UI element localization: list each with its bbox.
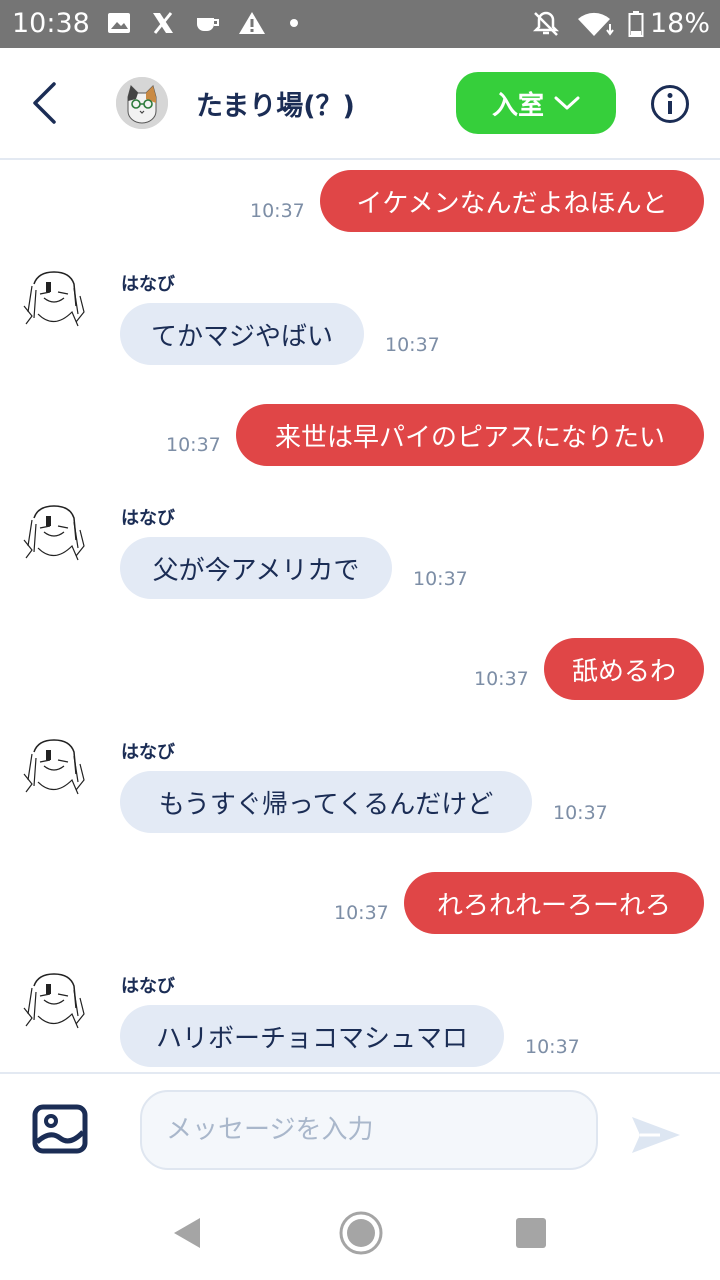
warning-notification-icon xyxy=(239,12,265,34)
message-composer xyxy=(0,1072,720,1190)
user-avatar-hanabi[interactable] xyxy=(18,734,90,806)
status-time: 10:38 xyxy=(12,8,90,39)
gallery-notification-icon xyxy=(108,13,130,33)
system-nav-bar xyxy=(0,1188,720,1280)
info-icon[interactable] xyxy=(650,84,690,124)
message-list[interactable]: 10:37 イケメンなんだよねほんと はなび てかマジやばい 10:37 10:… xyxy=(0,160,720,1072)
message-input[interactable] xyxy=(140,1090,598,1170)
room-title[interactable]: たまり場(？) xyxy=(196,84,355,123)
user-avatar-hanabi[interactable] xyxy=(18,266,90,338)
my-message-bubble[interactable]: れろれれーろーれろ xyxy=(404,872,704,934)
sender-name: はなび xyxy=(121,976,175,997)
message-time: 10:37 xyxy=(474,668,529,690)
user-avatar-hanabi[interactable] xyxy=(18,968,90,1040)
cup-notification-icon xyxy=(197,18,219,31)
my-message-bubble[interactable]: イケメンなんだよねほんと xyxy=(320,170,704,232)
sender-name: はなび xyxy=(121,274,175,295)
wifi-icon xyxy=(578,12,614,36)
message-time: 10:37 xyxy=(413,568,468,590)
enter-room-label: 入室 xyxy=(491,90,544,121)
message-time: 10:37 xyxy=(250,200,305,222)
chevron-down-icon xyxy=(554,96,580,110)
other-message-bubble[interactable]: ハリボーチョコマシュマロ xyxy=(120,1005,504,1067)
chat-header: たまり場(？) 入室 xyxy=(0,48,720,160)
my-message-bubble[interactable]: 舐めるわ xyxy=(544,638,704,700)
nav-recents-icon[interactable] xyxy=(516,1218,546,1248)
status-bar: 10:38 18% xyxy=(0,0,720,48)
other-message-bubble[interactable]: もうすぐ帰ってくるんだけど xyxy=(120,771,532,833)
other-message-bubble[interactable]: 父が今アメリカで xyxy=(120,537,392,599)
mute-bell-icon xyxy=(532,11,560,36)
sender-name: はなび xyxy=(121,508,175,529)
other-message-bubble[interactable]: てかマジやばい xyxy=(120,303,364,365)
nav-back-icon[interactable] xyxy=(172,1216,202,1250)
message-time: 10:37 xyxy=(334,902,389,924)
message-time: 10:37 xyxy=(553,802,608,824)
x-notification-icon xyxy=(153,12,173,34)
enter-room-button[interactable]: 入室 xyxy=(456,72,616,134)
user-avatar-hanabi[interactable] xyxy=(18,500,90,572)
message-time: 10:37 xyxy=(525,1036,580,1058)
nav-home-icon[interactable] xyxy=(338,1210,384,1256)
image-icon[interactable] xyxy=(32,1104,88,1154)
send-icon[interactable] xyxy=(630,1114,682,1156)
battery-percent: 18% xyxy=(649,8,710,39)
room-avatar-cat-icon xyxy=(116,77,168,129)
my-message-bubble[interactable]: 来世は早パイのピアスになりたい xyxy=(236,404,704,466)
message-time: 10:37 xyxy=(385,334,440,356)
more-notifications-dot-icon xyxy=(290,19,298,27)
battery-icon xyxy=(628,11,644,37)
sender-name: はなび xyxy=(121,742,175,763)
room-avatar[interactable] xyxy=(116,77,168,129)
back-chevron-icon[interactable] xyxy=(28,80,60,126)
message-time: 10:37 xyxy=(166,434,221,456)
